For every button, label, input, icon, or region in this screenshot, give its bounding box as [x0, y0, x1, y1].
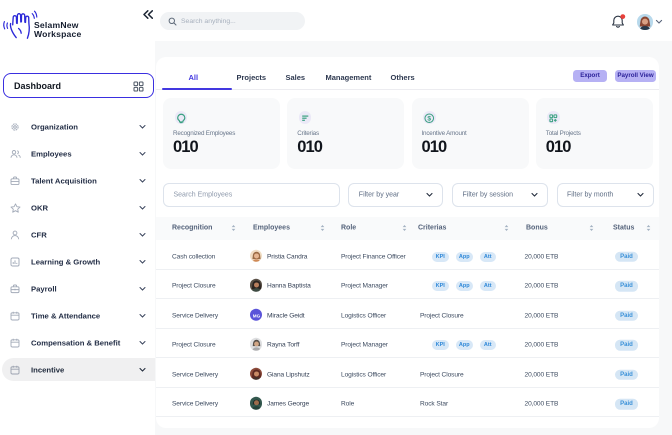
svg-text:$: $: [427, 115, 431, 122]
svg-text:MG: MG: [252, 313, 260, 318]
